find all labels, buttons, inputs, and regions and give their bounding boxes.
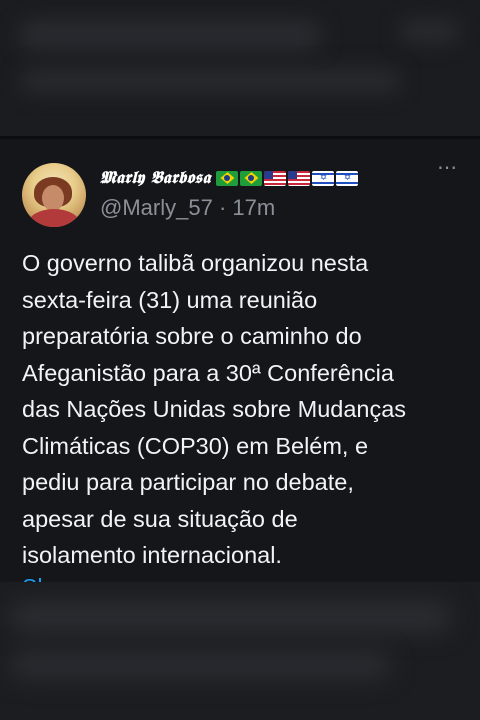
us-flag-icon (288, 170, 311, 186)
brazil-flag-icon (216, 170, 239, 186)
brazil-flag-icon (240, 170, 263, 186)
post-time[interactable]: 17m (232, 195, 275, 220)
israel-flag-icon: ✡ (336, 170, 359, 186)
more-options-icon[interactable]: ⋯ (437, 158, 461, 178)
blurred-previous-post (0, 0, 480, 136)
avatar[interactable] (22, 163, 86, 227)
israel-flag-icon: ✡ (312, 170, 335, 186)
author-display-name[interactable]: 𝕸𝖆𝖗𝖑𝖞 𝕭𝖆𝖗𝖇𝖔𝖘𝖆 (100, 168, 210, 188)
post-text: O governo talibã organizou nesta sexta-f… (22, 250, 407, 568)
us-flag-icon (264, 170, 287, 186)
show-more-link[interactable]: Show more (22, 569, 138, 582)
meta-separator: · (218, 195, 227, 220)
flag-emojis: ✡ ✡ (216, 170, 359, 186)
author-handle[interactable]: @Marly_57 (100, 195, 213, 220)
author-meta: @Marly_57 · 17m (100, 195, 275, 221)
blurred-next-content (0, 582, 480, 720)
post-card[interactable]: 𝕸𝖆𝖗𝖑𝖞 𝕭𝖆𝖗𝖇𝖔𝖘𝖆 ✡ ✡ @Marly_57 · 17m ⋯ O go… (0, 139, 480, 582)
author-name-row: 𝕸𝖆𝖗𝖑𝖞 𝕭𝖆𝖗𝖇𝖔𝖘𝖆 ✡ ✡ (100, 165, 359, 191)
